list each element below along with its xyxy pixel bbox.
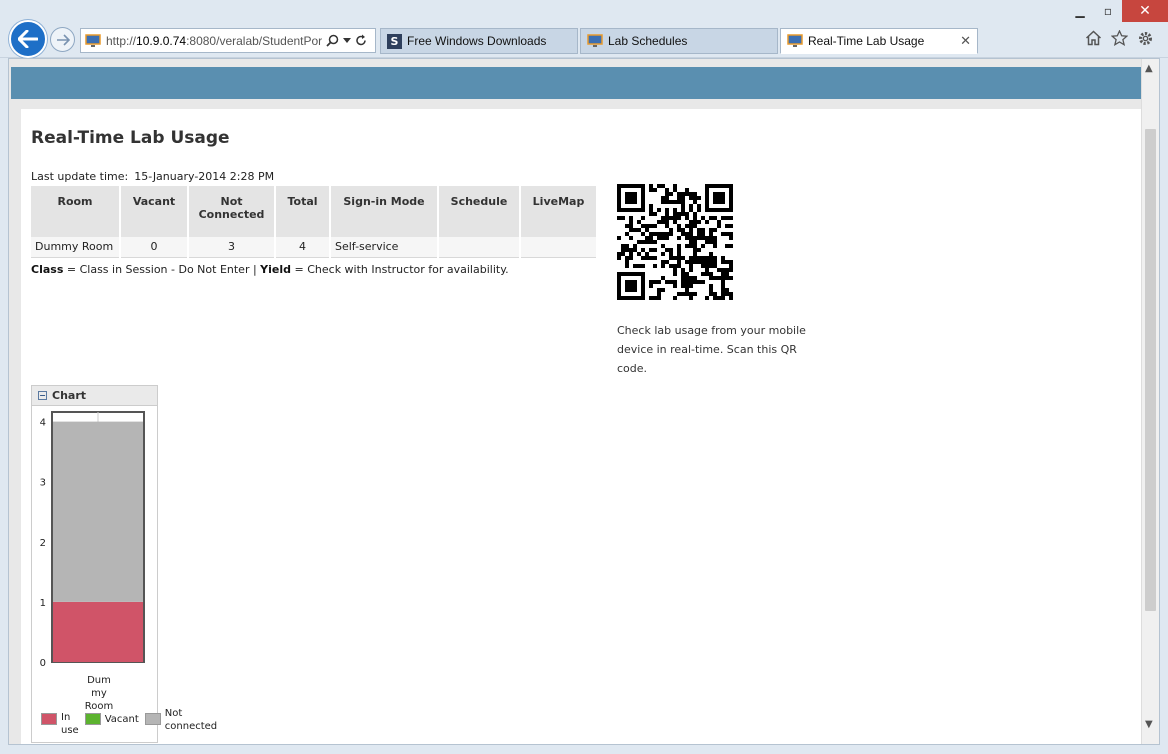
x-category-label: Dum my Room [84, 675, 114, 712]
settings-gear-icon[interactable] [1136, 29, 1154, 47]
y-tick-label: 0 [40, 658, 46, 669]
column-header-room[interactable]: Room [31, 186, 120, 237]
back-button[interactable] [9, 20, 47, 58]
status-legend: Class = Class in Session - Do Not Enter … [31, 263, 509, 276]
minimize-icon[interactable]: ▁ [1066, 0, 1094, 22]
legend-swatch-in-use [41, 713, 57, 725]
arrow-right-icon [56, 33, 70, 46]
table-row: Dummy Room 0 3 4 Self-service [31, 237, 596, 258]
y-tick-label: 4 [40, 418, 46, 429]
scrollbar-thumb[interactable] [1145, 129, 1156, 611]
cell-total: 4 [274, 237, 330, 258]
y-tick-label: 1 [40, 598, 46, 609]
cell-livemap[interactable] [519, 237, 596, 258]
bar-segment-not-connected [53, 421, 143, 602]
window-close-icon[interactable]: ✕ [1122, 0, 1168, 22]
address-url[interactable]: http://10.9.0.74:8080/veralab/StudentPor… [106, 34, 322, 48]
legend-item-in-use[interactable]: In use [41, 711, 79, 737]
address-bar[interactable]: http://10.9.0.74:8080/veralab/StudentPor… [80, 28, 376, 53]
column-header-vacant[interactable]: Vacant [119, 186, 188, 237]
cell-schedule[interactable] [437, 237, 520, 258]
softpedia-icon: S [387, 33, 402, 49]
legend-swatch-vacant [84, 713, 101, 725]
cell-sign-in-mode: Self-service [329, 237, 438, 258]
tab-lab-schedules[interactable]: Lab Schedules [580, 28, 778, 54]
legend-item-vacant[interactable]: Vacant [84, 711, 139, 726]
tab-close-icon[interactable]: ✕ [960, 34, 971, 49]
monitor-icon [85, 33, 101, 47]
legend-item-not-connected[interactable]: Not connected [144, 708, 217, 733]
refresh-icon[interactable] [355, 34, 367, 47]
last-update-label: Last update time: [31, 170, 129, 183]
home-icon[interactable] [1084, 29, 1102, 47]
cell-not-connected: 3 [187, 237, 275, 258]
monitor-icon [587, 34, 603, 47]
chart-panel-title: Chart [52, 389, 87, 402]
table-header-row: Room Vacant Not Connected Total Sign-in … [31, 186, 596, 237]
forward-button[interactable] [50, 27, 75, 52]
window-controls: ▁ ▫ ✕ [1066, 0, 1168, 22]
scroll-up-icon[interactable]: ▲ [1145, 63, 1153, 74]
chart-legend: In use Vacant Not connected [41, 708, 223, 737]
qr-code [617, 184, 733, 300]
monitor-icon [787, 34, 803, 47]
legend-swatch-not-connected [144, 713, 161, 725]
y-tick-label: 2 [40, 538, 46, 549]
scroll-down-icon[interactable]: ▼ [1145, 719, 1153, 730]
cell-room[interactable]: Dummy Room [31, 237, 120, 258]
maximize-icon[interactable]: ▫ [1094, 0, 1122, 22]
qr-modules [617, 184, 733, 300]
bar-chart: 0 1 2 3 4 [40, 411, 145, 669]
last-update: Last update time: 15-January-2014 2:28 PM [31, 170, 274, 183]
tab-real-time-lab-usage[interactable]: Real-Time Lab Usage ✕ [780, 28, 978, 54]
main-content: Real-Time Lab Usage Last update time: 15-… [21, 109, 1141, 744]
column-header-not-connected[interactable]: Not Connected [187, 186, 275, 237]
browser-toolbar [1084, 29, 1154, 47]
chart-panel-header[interactable]: − Chart [32, 386, 157, 406]
page-title: Real-Time Lab Usage [31, 128, 230, 148]
arrow-left-icon [18, 30, 38, 48]
cell-vacant: 0 [119, 237, 188, 258]
column-header-total[interactable]: Total [274, 186, 330, 237]
favorites-star-icon[interactable] [1110, 29, 1128, 47]
page-viewport: Real-Time Lab Usage Last update time: 15-… [8, 58, 1160, 745]
vertical-scrollbar[interactable]: ▲ ▼ [1141, 59, 1159, 744]
collapse-icon[interactable]: − [38, 391, 47, 400]
qr-description: Check lab usage from your mobile device … [617, 324, 806, 375]
lab-usage-table: Room Vacant Not Connected Total Sign-in … [31, 186, 596, 258]
column-header-livemap[interactable]: LiveMap [519, 186, 596, 237]
browser-chrome: http://10.9.0.74:8080/veralab/StudentPor… [0, 0, 1168, 58]
chart-panel: − Chart 0 1 2 3 4 Dum my Room Inuse Vacant [31, 385, 217, 743]
bar-segment-in-use [53, 601, 143, 662]
chevron-down-icon[interactable] [343, 37, 351, 44]
last-update-value: 15-January-2014 2:28 PM [134, 170, 275, 183]
y-tick-label: 3 [40, 478, 46, 489]
column-header-schedule[interactable]: Schedule [437, 186, 520, 237]
column-header-sign-in-mode[interactable]: Sign-in Mode [329, 186, 438, 237]
tab-free-windows-downloads[interactable]: S Free Windows Downloads [380, 28, 578, 54]
search-icon[interactable] [326, 34, 339, 47]
site-banner [11, 67, 1141, 99]
